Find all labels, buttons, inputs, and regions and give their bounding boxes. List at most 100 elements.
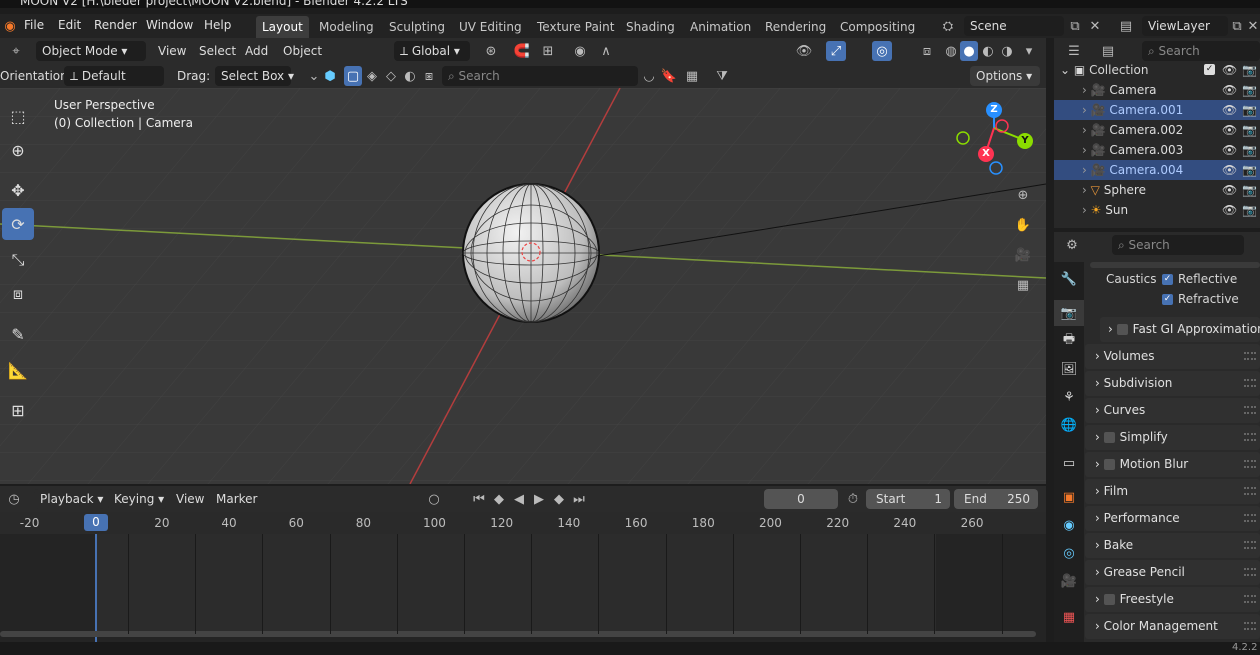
outliner-item[interactable]: › ▽ Sphere 👁 📷 — [1054, 180, 1260, 200]
object-mode-dropdown[interactable]: Object Mode ▾ — [36, 41, 146, 61]
expand-chevron-icon[interactable]: › — [1082, 143, 1087, 157]
select-extend-icon[interactable]: ◈ — [363, 66, 381, 86]
output-tab-icon[interactable]: 🖶 — [1054, 328, 1084, 354]
wireframe-shading-icon[interactable]: ◍ — [942, 41, 960, 61]
select-invert-icon[interactable]: ◐ — [401, 66, 419, 86]
snap-icon[interactable]: 🧲 — [512, 41, 532, 61]
camera-render-icon[interactable]: 📷 — [1242, 160, 1257, 180]
data-tab-icon[interactable]: 🎥 — [1054, 568, 1084, 594]
camera-render-icon[interactable]: 📷 — [1242, 180, 1257, 200]
panel-checkbox[interactable] — [1103, 594, 1115, 605]
overlays-icon[interactable]: ◎ — [872, 41, 892, 61]
physics-tab-icon[interactable]: ◎ — [1054, 540, 1084, 566]
panel-color-management[interactable]: › Color Management — [1085, 614, 1260, 639]
object-types-icon[interactable]: ⬢ — [322, 66, 338, 86]
menu-edit[interactable]: Edit — [58, 18, 81, 32]
tab-compositing[interactable]: Compositing — [834, 16, 921, 38]
panel-performance[interactable]: › Performance — [1085, 506, 1260, 531]
3d-viewport[interactable]: User Perspective (0) Collection | Camera… — [0, 88, 1046, 484]
props-scroll-bar[interactable] — [1090, 262, 1260, 268]
tab-rendering[interactable]: Rendering — [759, 16, 832, 38]
scene-field[interactable]: Scene — [964, 16, 1064, 36]
panel-grease-pencil[interactable]: › Grease Pencil — [1085, 560, 1260, 585]
cursor-icon[interactable]: ⊕ — [2, 134, 34, 166]
collection-checkbox[interactable]: ✓ — [1204, 64, 1215, 75]
play-icon[interactable]: ▶ — [530, 489, 548, 509]
pan-hand-icon[interactable]: ✋ — [1012, 214, 1034, 236]
rendered-shading-icon[interactable]: ◑ — [998, 41, 1016, 61]
expand-chevron-icon[interactable]: › — [1082, 83, 1087, 97]
falloff-icon[interactable]: ∧ — [594, 41, 618, 61]
properties-search-input[interactable]: ⌕ Search — [1112, 235, 1244, 255]
layout-icon[interactable]: ▦ — [680, 66, 704, 86]
eye-icon[interactable]: 👁 — [1222, 160, 1237, 180]
drag-handle-icon[interactable] — [1244, 406, 1256, 414]
close-view-layer-icon[interactable]: ✕ — [1246, 17, 1260, 35]
expand-chevron-icon[interactable]: › — [1082, 123, 1087, 137]
tab-texture-paint[interactable]: Texture Paint — [531, 16, 620, 38]
display-mode-icon[interactable]: ▤ — [1094, 41, 1122, 61]
tab-uv-editing[interactable]: UV Editing — [453, 16, 528, 38]
drag-handle-icon[interactable] — [1244, 433, 1256, 441]
timeline-scrollbar[interactable] — [0, 631, 1036, 637]
panel-bake[interactable]: › Bake — [1085, 533, 1260, 558]
tool-search-input[interactable]: ⌕ Search — [442, 66, 638, 86]
bookmark-icon[interactable]: 🔖 — [660, 66, 678, 86]
timeline-view-menu[interactable]: View — [176, 489, 204, 509]
modifier-tab-icon[interactable]: ◉ — [1054, 512, 1084, 538]
zoom-icon[interactable]: ⊕ — [1012, 184, 1034, 206]
stopwatch-icon[interactable]: ⏱ — [844, 489, 862, 509]
chevron-down-icon[interactable]: ⌄ — [306, 66, 322, 86]
expand-chevron-icon[interactable]: › — [1082, 163, 1087, 177]
camera-render-icon[interactable]: 📷 — [1242, 100, 1257, 120]
collection-tab-icon[interactable]: ▭ — [1054, 450, 1084, 476]
expand-chevron-icon[interactable]: › — [1082, 183, 1087, 197]
tab-sculpting[interactable]: Sculpting — [383, 16, 451, 38]
eye-icon[interactable]: 👁 — [1222, 140, 1237, 160]
x-axis-handle[interactable]: X — [978, 146, 994, 162]
select-subtract-icon[interactable]: ◇ — [382, 66, 400, 86]
filter-icon[interactable]: ⧩ — [710, 66, 734, 86]
menu-add[interactable]: Add — [245, 41, 268, 61]
camera-view-icon[interactable]: 🎥 — [1012, 244, 1034, 266]
shading-options-icon[interactable]: ▾ — [1020, 41, 1038, 61]
render-tab-icon[interactable]: 📷 — [1054, 300, 1084, 326]
eye-icon[interactable]: 👁 — [1222, 120, 1237, 140]
view-layer-tab-icon[interactable]: 🖼 — [1054, 356, 1084, 382]
menu-select[interactable]: Select — [199, 41, 236, 61]
timeline-area[interactable]: -20020406080100120140160180200220240260 … — [0, 512, 1046, 642]
panel-film[interactable]: › Film — [1085, 479, 1260, 504]
outliner-item[interactable]: › 🎥 Camera.001 👁 📷 — [1054, 100, 1260, 120]
start-frame-field[interactable]: Start 1 — [866, 489, 950, 509]
end-frame-field[interactable]: End 250 — [954, 489, 1038, 509]
drag-dropdown[interactable]: Select Box ▾ — [215, 66, 294, 86]
snap-target-icon[interactable]: ⊞ — [534, 41, 562, 61]
close-scene-icon[interactable]: ✕ — [1086, 17, 1104, 35]
tool-tab-icon[interactable]: 🔧 — [1054, 266, 1084, 292]
perspective-toggle-icon[interactable]: ▦ — [1012, 274, 1034, 296]
outliner-item[interactable]: › ☀ Sun 👁 📷 — [1054, 200, 1260, 220]
view-layer-icon[interactable]: ▤ — [1112, 17, 1140, 35]
select-set-icon[interactable]: ▢ — [344, 66, 362, 86]
outliner-item[interactable]: › 🎥 Camera.004 👁 📷 — [1054, 160, 1260, 180]
transform-orientation-dropdown[interactable]: ⟂ Global ▾ — [394, 41, 470, 61]
camera-render-icon[interactable]: 📷 — [1242, 120, 1257, 140]
drag-handle-icon[interactable] — [1244, 595, 1256, 603]
camera-render-icon[interactable]: 📷 — [1242, 80, 1257, 100]
editor-type-icon[interactable]: ⌖ — [2, 41, 30, 61]
jump-end-icon[interactable]: ⏭ — [570, 489, 588, 509]
view-layer-field[interactable]: ViewLayer — [1142, 16, 1228, 36]
panel-checkbox[interactable] — [1103, 432, 1115, 443]
panel-subdivision[interactable]: › Subdivision — [1085, 371, 1260, 396]
add-cube-icon[interactable]: ⊞ — [2, 394, 34, 426]
menu-view[interactable]: View — [158, 41, 186, 61]
refractive-check-icon[interactable]: ✓ — [1162, 294, 1173, 305]
orientation-dropdown[interactable]: ⟂ Default — [64, 66, 164, 86]
play-reverse-icon[interactable]: ◀ — [510, 489, 528, 509]
menu-object[interactable]: Object — [283, 41, 322, 61]
panel-checkbox[interactable] — [1103, 459, 1115, 470]
rotate-icon[interactable]: ⟳ — [2, 208, 34, 240]
scene-icon[interactable]: ⛭ — [934, 17, 962, 35]
outliner-editor-icon[interactable]: ☰ — [1060, 41, 1088, 61]
move-icon[interactable]: ✥ — [2, 174, 34, 206]
